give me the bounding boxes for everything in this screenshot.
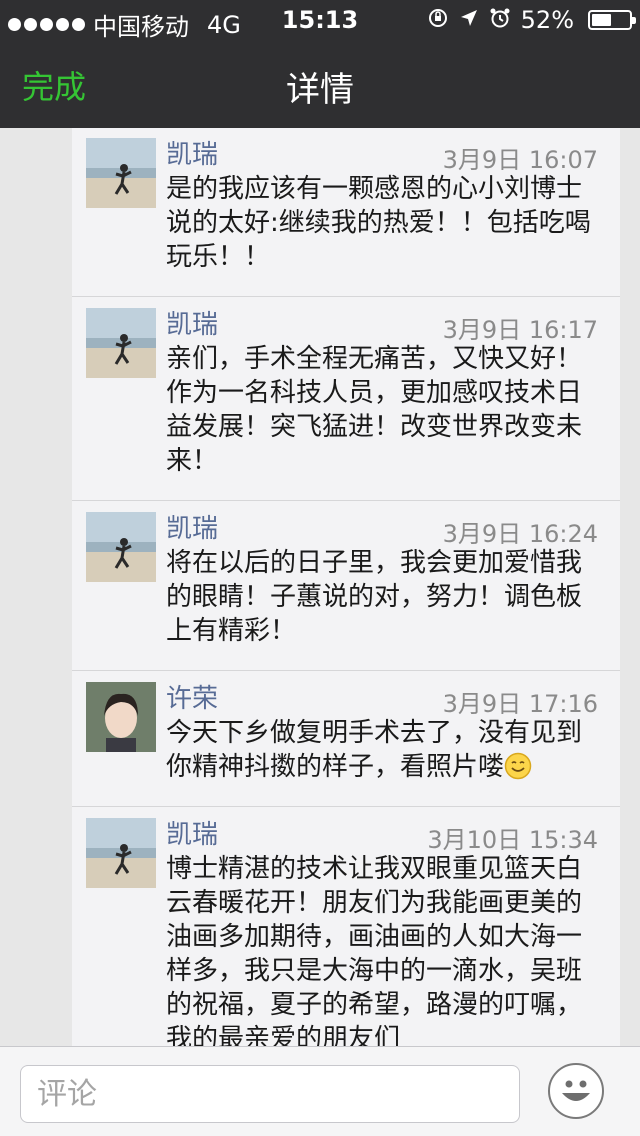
comment-text: 是的我应该有一颗感恩的心小刘博士说的太好:继续我的热爱！！包括吃喝玩乐！！	[166, 174, 591, 272]
comment-item[interactable]: 凯瑞 3月10日 15:34 博士精湛的技术让我双眼重见篮天白云春暖花开！朋友们…	[72, 808, 620, 1046]
battery-level-fill	[592, 14, 611, 26]
commenter-name[interactable]: 许荣	[166, 678, 218, 715]
comment-item[interactable]: 凯瑞 3月9日 16:17 亲们，手术全程无痛苦，又快又好！作为一名科技人员，更…	[72, 298, 620, 501]
comment-text: 亲们，手术全程无痛苦，又快又好！作为一名科技人员，更加感叹技术日益发展！突飞猛进…	[166, 344, 583, 476]
comment-time: 3月9日 16:17	[442, 316, 598, 344]
status-right: 52%	[427, 6, 636, 34]
comment-time: 3月9日 16:07	[442, 146, 598, 174]
emoji-button[interactable]	[548, 1063, 604, 1119]
comment-time: 3月9日 16:24	[442, 520, 598, 548]
comment-time: 3月10日 15:34	[427, 826, 598, 854]
comment-input[interactable]	[21, 1066, 519, 1122]
battery-percent: 52%	[520, 6, 574, 34]
battery-icon	[588, 10, 636, 30]
comment-input-bar	[0, 1046, 640, 1136]
status-bar: 中国移动 4G 15:13 52%	[0, 0, 640, 41]
comment-item[interactable]: 凯瑞 3月9日 16:24 将在以后的日子里，我会更加爱惜我的眼睛！子蕙说的对，…	[72, 502, 620, 671]
comment-list[interactable]: 凯瑞 3月9日 16:07 是的我应该有一颗感恩的心小刘博士说的太好:继续我的热…	[72, 128, 620, 1046]
commenter-name[interactable]: 凯瑞	[166, 508, 218, 545]
avatar[interactable]	[86, 138, 156, 208]
location-arrow-icon	[459, 8, 479, 33]
alarm-clock-icon	[489, 7, 511, 34]
commenter-name[interactable]: 凯瑞	[166, 814, 218, 851]
avatar[interactable]	[86, 512, 156, 582]
comment-item[interactable]: 凯瑞 3月9日 16:07 是的我应该有一颗感恩的心小刘博士说的太好:继续我的热…	[72, 128, 620, 297]
comment-text: 将在以后的日子里，我会更加爱惜我的眼睛！子蕙说的对，努力！调色板上有精彩！	[166, 548, 583, 646]
smiley-face-icon	[562, 1080, 590, 1101]
comment-time: 3月9日 17:16	[442, 690, 598, 718]
comment-text: 今天下乡做复明手术去了，没有见到你精神抖擞的样子，看照片喽	[166, 716, 598, 784]
avatar[interactable]	[86, 818, 156, 888]
commenter-name[interactable]: 凯瑞	[166, 304, 218, 341]
comment-item[interactable]: 许荣 3月9日 17:16 今天下乡做复明手术去了，没有见到你精神抖擞的样子，看…	[72, 672, 620, 807]
avatar[interactable]	[86, 308, 156, 378]
page-title: 详情	[286, 70, 354, 110]
comment-text: 博士精湛的技术让我双眼重见篮天白云春暖花开！朋友们为我能画更美的油画多加期待，画…	[166, 854, 583, 1046]
rotation-lock-icon	[427, 7, 449, 34]
avatar[interactable]	[86, 682, 156, 752]
comment-input-wrapper[interactable]	[20, 1065, 520, 1123]
navigation-bar: 完成 详情	[0, 40, 640, 128]
smile-emoji-icon	[504, 752, 532, 780]
commenter-name[interactable]: 凯瑞	[166, 134, 218, 171]
